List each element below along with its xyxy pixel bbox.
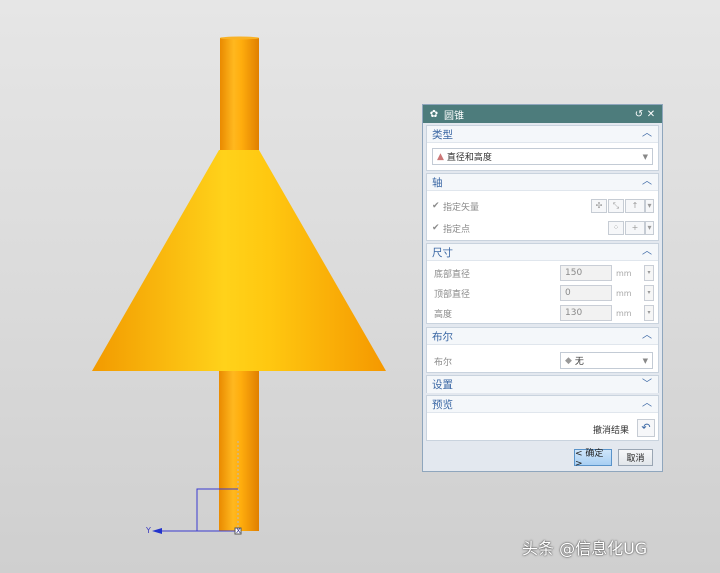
triad-x-label: X: [236, 527, 241, 535]
section-settings-label: 设置: [432, 379, 453, 391]
point-dialog-icon[interactable]: ⁘: [608, 221, 624, 235]
bottom-diameter-unit: mm: [616, 268, 632, 278]
section-axis: 轴 ︿ ✔ 指定矢量 ✣ ⤡ ↑ ▾ ✔ 指定点 ⁘ + ▾: [426, 173, 659, 241]
chevron-up-icon[interactable]: ︿: [641, 246, 653, 258]
lower-cylinder: [219, 371, 259, 531]
bottom-diameter-label: 底部直径: [434, 270, 471, 280]
section-boolean-label: 布尔: [432, 330, 453, 343]
section-preview-label: 预览: [432, 398, 453, 411]
section-type: 类型 ︿ ▲ 直径和高度 ▼: [426, 125, 659, 171]
height-input[interactable]: 130: [560, 305, 612, 321]
section-preview: 预览 ︿ 撤消结果 ↶: [426, 395, 659, 441]
gear-icon: ✿: [429, 108, 439, 120]
section-boolean-header[interactable]: 布尔 ︿: [427, 328, 658, 345]
boolean-none-icon: ◆: [565, 355, 572, 366]
chevron-down-icon: ▼: [642, 356, 648, 365]
reset-icon[interactable]: ↺: [633, 109, 645, 120]
chevron-down-icon[interactable]: ﹀: [641, 379, 653, 391]
height-dropdown[interactable]: ▾: [644, 305, 654, 321]
boolean-select-value: 无: [574, 357, 584, 367]
cone-type-icon: ▲: [437, 151, 444, 162]
height-label: 高度: [434, 310, 453, 320]
section-type-header[interactable]: 类型 ︿: [427, 126, 658, 143]
section-type-label: 类型: [432, 128, 453, 141]
upper-cylinder: [220, 38, 259, 154]
boolean-select[interactable]: ◆ 无 ▼: [560, 352, 653, 369]
section-settings-header[interactable]: 设置 ﹀: [427, 376, 658, 393]
point-dropdown-icon[interactable]: ▾: [645, 221, 654, 235]
height-unit: mm: [616, 308, 632, 318]
section-dimensions-label: 尺寸: [432, 246, 453, 259]
specify-vector-label: 指定矢量: [443, 202, 480, 213]
chevron-down-icon: ▼: [642, 152, 648, 161]
bottom-diameter-input[interactable]: 150: [560, 265, 612, 281]
ok-button[interactable]: < 确定 >: [574, 449, 612, 469]
section-dimensions-header[interactable]: 尺寸 ︿: [427, 244, 658, 261]
top-diameter-unit: mm: [616, 288, 632, 298]
check-icon: ✔: [432, 223, 440, 233]
section-axis-label: 轴: [432, 176, 443, 189]
section-axis-header[interactable]: 轴 ︿: [427, 174, 658, 191]
reverse-direction-icon[interactable]: ⤡: [608, 199, 624, 213]
cancel-button[interactable]: 取消: [618, 449, 653, 466]
top-diameter-label: 顶部直径: [434, 290, 471, 300]
type-select-value: 直径和高度: [446, 153, 492, 163]
vector-dialog-icon[interactable]: ✣: [591, 199, 607, 213]
triad-y-label: Y: [146, 526, 151, 535]
section-boolean: 布尔 ︿ 布尔 ◆ 无 ▼: [426, 327, 659, 373]
undo-result-button[interactable]: ↶: [637, 419, 655, 437]
dialog-titlebar[interactable]: ✿ 圆锥 ↺ ✕: [423, 105, 662, 123]
upper-cylinder-top: [220, 36, 259, 40]
cone-dialog: ✿ 圆锥 ↺ ✕ 类型 ︿ ▲ 直径和高度 ▼ 轴 ︿ ✔ 指定矢量 ✣ ⤡ ↑…: [422, 104, 663, 472]
chevron-up-icon[interactable]: ︿: [641, 176, 653, 188]
cone-body: [92, 150, 386, 371]
vector-zaxis-icon[interactable]: ↑: [625, 199, 645, 213]
chevron-up-icon[interactable]: ︿: [641, 398, 653, 410]
close-icon[interactable]: ✕: [645, 109, 657, 120]
undo-result-label: 撤消结果: [593, 426, 630, 436]
chevron-up-icon[interactable]: ︿: [641, 128, 653, 140]
watermark-text: 头条 @信息化UG: [522, 539, 648, 558]
bottom-diameter-dropdown[interactable]: ▾: [644, 265, 654, 281]
dialog-title: 圆锥: [444, 110, 464, 122]
type-select[interactable]: ▲ 直径和高度 ▼: [432, 148, 653, 165]
boolean-field-label: 布尔: [434, 358, 453, 368]
section-preview-header[interactable]: 预览 ︿: [427, 396, 658, 413]
chevron-up-icon[interactable]: ︿: [641, 330, 653, 342]
point-type-icon[interactable]: +: [625, 221, 645, 235]
section-dimensions: 尺寸 ︿ 底部直径 150 mm ▾ 顶部直径 0 mm ▾ 高度 130 mm…: [426, 243, 659, 324]
specify-point-label: 指定点: [443, 224, 471, 235]
top-diameter-dropdown[interactable]: ▾: [644, 285, 654, 301]
check-icon: ✔: [432, 201, 440, 211]
section-settings: 设置 ﹀: [426, 375, 659, 393]
top-diameter-input[interactable]: 0: [560, 285, 612, 301]
vector-dropdown-icon[interactable]: ▾: [645, 199, 654, 213]
